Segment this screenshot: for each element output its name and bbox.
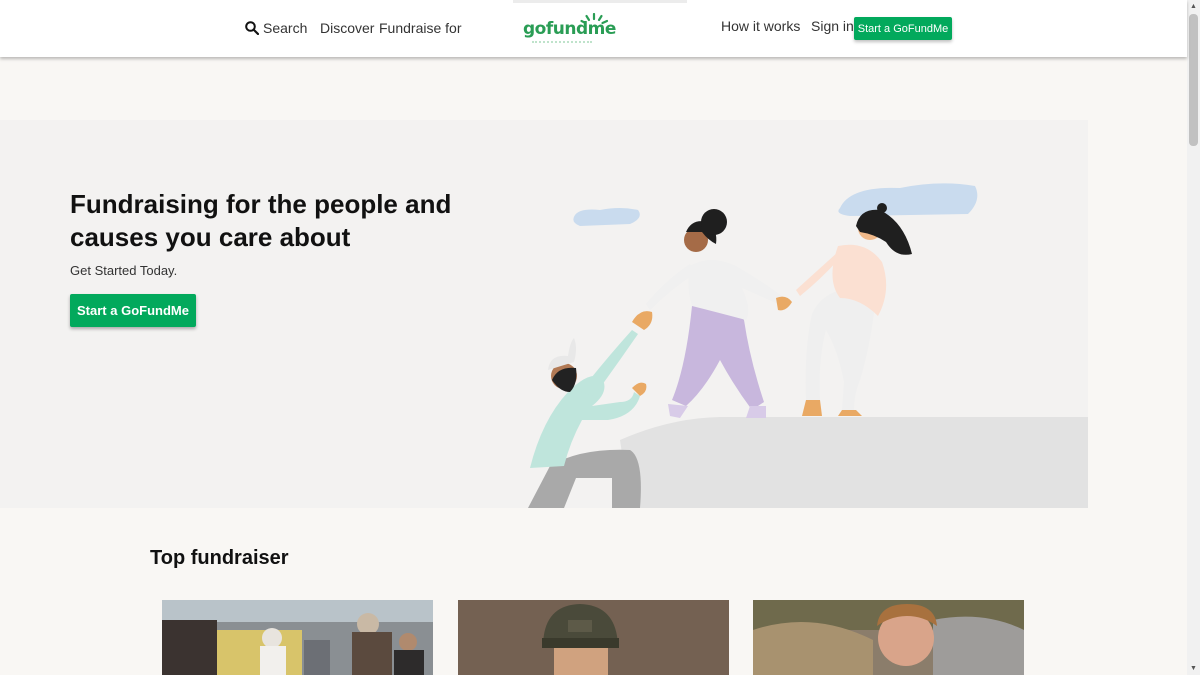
search-label: Search	[263, 20, 308, 36]
right-bun	[877, 203, 887, 213]
fundraise-for-link[interactable]: Fundraise for	[379, 20, 461, 36]
hero-start-gofundme-button[interactable]: Start a GoFundMe	[70, 294, 196, 327]
fundraiser-card-1[interactable]	[162, 600, 433, 675]
fundraiser-card-1-image	[162, 600, 433, 675]
middle-arm	[646, 264, 694, 310]
logo-text: gofundme	[523, 19, 616, 39]
scroll-down-arrow-icon[interactable]: ▼	[1190, 665, 1197, 672]
discover-link[interactable]: Discover	[320, 20, 374, 36]
fundraiser-card-3[interactable]	[753, 600, 1024, 675]
logo-top-bar	[513, 0, 687, 3]
sign-in-link[interactable]: Sign in	[811, 18, 854, 34]
hero-illustration	[528, 183, 1088, 508]
climber-cap	[548, 338, 576, 370]
gofundme-logo[interactable]: gofundme	[523, 13, 616, 49]
cloud-right	[838, 183, 978, 216]
logo-underline	[532, 41, 592, 44]
fundraiser-card-2-image	[458, 600, 729, 675]
cloud-left	[573, 208, 640, 226]
how-it-works-link[interactable]: How it works	[721, 18, 800, 34]
hero-title: Fundraising for the people and causes yo…	[70, 189, 452, 252]
search-link[interactable]: Search	[245, 20, 307, 36]
scroll-thumb[interactable]	[1189, 14, 1198, 146]
scroll-up-arrow-icon[interactable]: ▲	[1190, 3, 1197, 10]
middle-hand	[632, 311, 653, 330]
middle-right-hand	[776, 296, 792, 311]
climber-arm	[580, 330, 638, 396]
page-scrollbar[interactable]: ▲ ▼	[1187, 0, 1200, 675]
middle-bun	[701, 209, 727, 235]
middle-legs	[672, 303, 764, 410]
top-fundraiser-heading: Top fundraiser	[150, 547, 289, 569]
fundraiser-card-3-image	[753, 600, 1024, 675]
header-start-gofundme-button[interactable]: Start a GoFundMe	[854, 17, 952, 40]
fundraiser-card-2[interactable]	[458, 600, 729, 675]
site-header: Search Discover Fundraise for gofundme H…	[0, 0, 1187, 57]
middle-shoes	[668, 404, 766, 418]
hero-subtitle: Get Started Today.	[70, 263, 178, 278]
ground	[620, 417, 1088, 508]
search-icon	[245, 21, 259, 35]
